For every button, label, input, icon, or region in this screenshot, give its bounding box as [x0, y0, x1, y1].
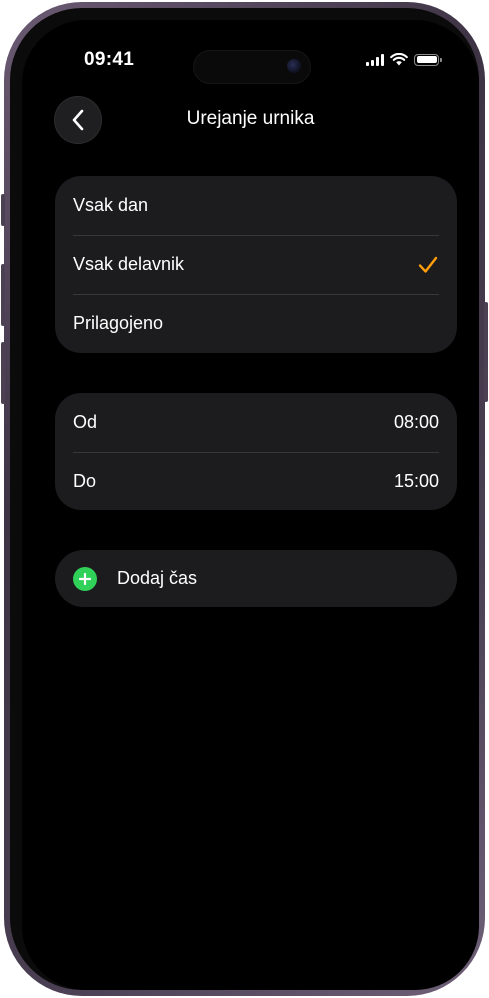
time-range-list: Od 08:00 Do 15:00	[55, 393, 457, 510]
action-button	[1, 194, 5, 226]
status-icons	[366, 53, 442, 66]
from-time-value[interactable]: 08:00	[394, 412, 439, 433]
add-time-label: Dodaj čas	[117, 568, 198, 588]
screen: 09:41 Urejanje urnika Vsak dan Vsak dela…	[22, 20, 479, 990]
add-time-button[interactable]: Dodaj čas	[55, 550, 457, 607]
option-every-day[interactable]: Vsak dan	[55, 176, 457, 235]
dynamic-island	[193, 50, 311, 84]
to-time-value[interactable]: 15:00	[394, 471, 439, 492]
from-label: Od	[73, 412, 98, 432]
checkmark-icon	[418, 256, 438, 273]
cellular-signal-icon	[366, 53, 384, 66]
page-title: Urejanje urnika	[186, 108, 315, 129]
side-button	[484, 302, 488, 402]
status-time: 09:41	[84, 49, 135, 70]
volume-down-button	[1, 342, 5, 404]
battery-icon	[414, 53, 442, 66]
option-every-weekday[interactable]: Vsak delavnik	[55, 235, 457, 294]
repeat-options-list: Vsak dan Vsak delavnik Prilagojeno	[55, 176, 457, 353]
bezel: 09:41 Urejanje urnika Vsak dan Vsak dela…	[10, 8, 479, 990]
option-custom[interactable]: Prilagojeno	[55, 294, 457, 353]
to-label: Do	[73, 470, 97, 491]
to-time-row[interactable]: Do 15:00	[55, 452, 457, 510]
camera-icon	[287, 59, 301, 73]
plus-circle-icon	[73, 566, 97, 591]
wifi-icon	[390, 53, 408, 66]
option-label: Vsak dan	[73, 195, 149, 215]
from-time-row[interactable]: Od 08:00	[55, 393, 457, 452]
volume-up-button	[1, 264, 5, 326]
phone-frame: 09:41 Urejanje urnika Vsak dan Vsak dela…	[1, 2, 488, 996]
option-label: Prilagojeno	[73, 313, 164, 333]
option-label: Vsak delavnik	[73, 254, 185, 274]
